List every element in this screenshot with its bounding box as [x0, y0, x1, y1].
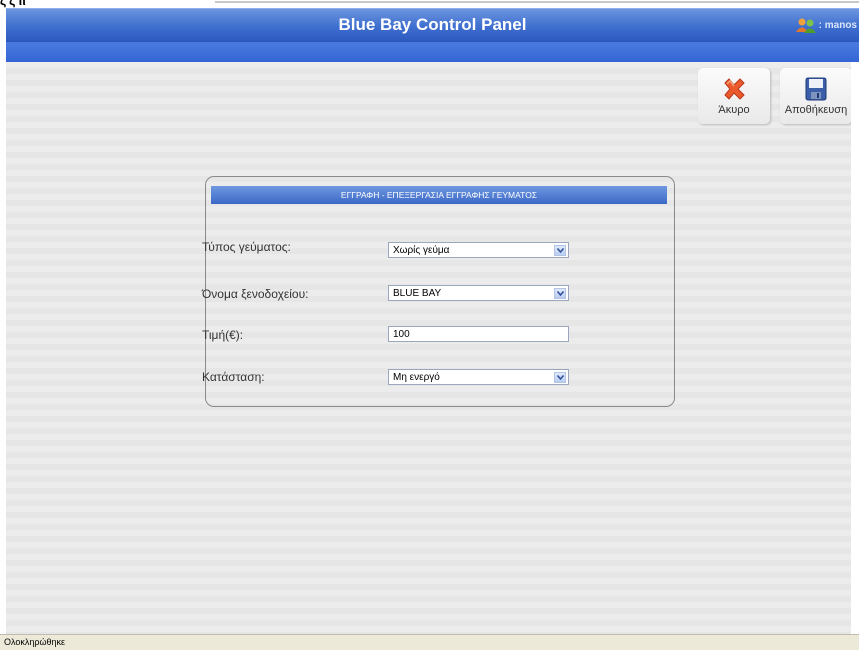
save-button[interactable]: Αποθήκευση — [780, 68, 852, 124]
status-value: Μη ενεργό — [393, 372, 440, 383]
right-edge — [851, 62, 859, 634]
price-label: Τιμή(€): — [202, 328, 244, 342]
floppy-disk-icon — [805, 77, 827, 101]
users-icon — [795, 18, 816, 33]
top-strip: ζ'ζ ιι — [0, 0, 859, 8]
meal-type-value: Χωρίς γεύμα — [393, 245, 450, 256]
meal-form: ΕΓΓΡΑΦΗ - ΕΠΕΞΕΡΓΑΣΙΑ ΕΓΓΡΑΦΗΣ ΓΕΥΜΑΤΟΣ … — [202, 176, 675, 407]
title-bar: Blue Bay Control Panel : manos — [6, 8, 859, 41]
cancel-icon — [724, 78, 745, 100]
chevron-down-icon[interactable] — [554, 372, 566, 383]
chevron-down-icon[interactable] — [554, 245, 566, 256]
hotel-value: BLUE BAY — [393, 288, 442, 299]
price-input[interactable] — [388, 326, 569, 342]
meal-type-select[interactable]: Χωρίς γεύμα — [388, 242, 569, 258]
user-info[interactable]: : manos — [795, 17, 857, 33]
menu-bar — [6, 41, 859, 62]
status-text: Ολοκληρώθηκε — [4, 637, 66, 647]
status-select[interactable]: Μη ενεργό — [388, 369, 569, 385]
form-header: ΕΓΓΡΑΦΗ - ΕΠΕΞΕΡΓΑΣΙΑ ΕΓΓΡΑΦΗΣ ΓΕΥΜΑΤΟΣ — [211, 186, 667, 204]
hotel-select[interactable]: BLUE BAY — [388, 285, 569, 301]
status-label: Κατάσταση: — [202, 370, 265, 384]
cancel-label: Άκυρο — [718, 104, 750, 116]
top-chars: ζ'ζ ιι — [0, 0, 26, 8]
user-name: : manos — [818, 19, 857, 31]
top-rule — [215, 1, 859, 3]
chevron-down-icon[interactable] — [554, 288, 566, 299]
status-bar: Ολοκληρώθηκε — [0, 634, 859, 650]
save-label: Αποθήκευση — [784, 104, 848, 116]
hotel-label: Όνομα ξενοδοχείου: — [202, 287, 309, 301]
meal-type-label: Τύπος γεύματος: — [202, 240, 291, 254]
app-title: Blue Bay Control Panel — [338, 15, 527, 34]
cancel-button[interactable]: Άκυρο — [698, 68, 770, 124]
